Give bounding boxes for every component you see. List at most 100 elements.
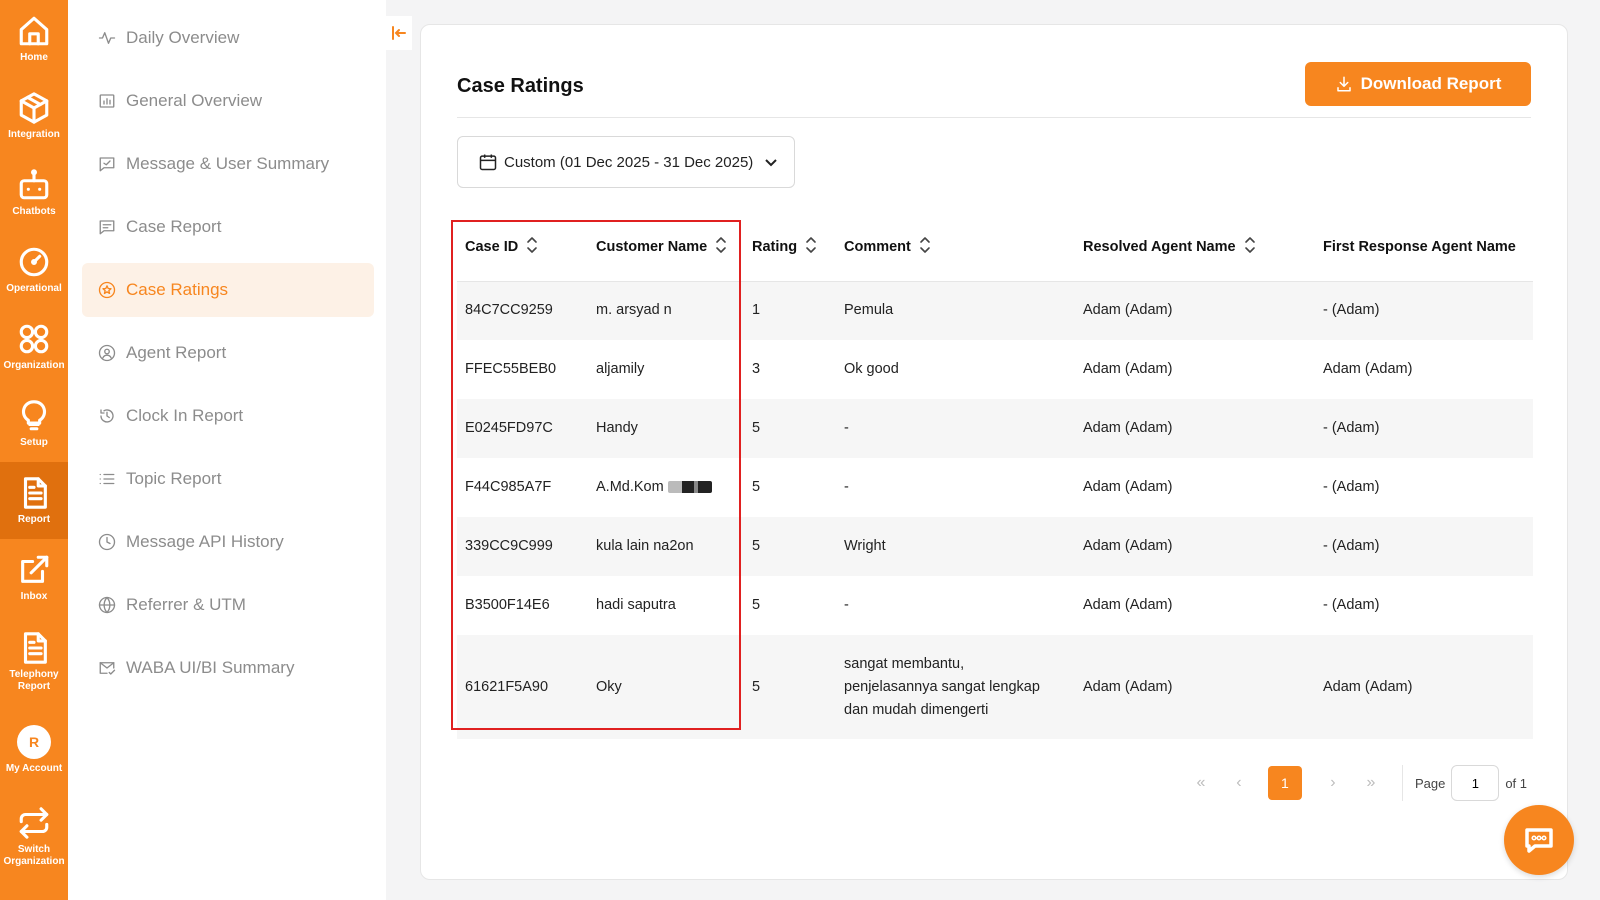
rail-item-label: Organization (3, 359, 65, 371)
cell-rating: 5 (752, 479, 761, 495)
column-header-rating[interactable]: Rating (744, 213, 836, 282)
external-link-icon (21, 555, 49, 583)
cell-resolved-agent: Adam (Adam) (1083, 361, 1173, 377)
subnav-item-daily-overview[interactable]: Daily Overview (82, 11, 374, 65)
message-check-icon (99, 157, 115, 172)
rail-item-label: Chatbots (12, 205, 56, 217)
header-label: Rating (752, 238, 798, 255)
date-range-dropdown[interactable]: Custom (01 Dec 2025 - 31 Dec 2025) (457, 136, 795, 188)
grid-circles-icon (19, 324, 49, 353)
subnav-item-clock-in-report[interactable]: Clock In Report (82, 389, 374, 443)
table-row: FFEC55BEB0 aljamily 3 Ok good Adam (Adam… (457, 340, 1533, 399)
rail-item-report[interactable]: Report (0, 462, 68, 539)
column-header-customer-name[interactable]: Customer Name (588, 213, 744, 282)
page-number-input[interactable] (1451, 765, 1500, 801)
subnav-item-topic-report[interactable]: Topic Report (82, 452, 374, 506)
pagination-divider (1401, 765, 1403, 801)
rail-item-telephony-report[interactable]: Telephony Report (0, 616, 68, 708)
rail-item-switch-organization[interactable]: Switch Organization (0, 792, 68, 882)
last-page-button[interactable]: » (1354, 766, 1388, 800)
download-report-label: Download Report (1360, 74, 1502, 93)
cell-comment: - (844, 479, 849, 495)
header-label: First Response Agent Name (1323, 238, 1516, 255)
rail-item-inbox[interactable]: Inbox (0, 539, 68, 616)
home-icon (19, 16, 49, 45)
cell-rating: 5 (752, 538, 761, 554)
rail-item-operational[interactable]: Operational (0, 231, 68, 308)
column-header-comment[interactable]: Comment (836, 213, 1075, 282)
rail-item-label: Report (17, 513, 51, 525)
rail-item-setup[interactable]: Setup (0, 385, 68, 462)
rail-item-label: Home (20, 51, 48, 63)
subnav-item-referrer-utm[interactable]: Referrer & UTM (82, 578, 374, 632)
subnav-item-agent-report[interactable]: Agent Report (82, 326, 374, 380)
table-row: 339CC9C999 kula lain na2on 5 Wright Adam… (457, 517, 1533, 576)
subnav-item-label: Case Report (126, 217, 222, 236)
chat-support-button[interactable] (1504, 805, 1574, 875)
cell-comment: Wright (844, 538, 886, 554)
rail-item-integration[interactable]: Integration (0, 77, 68, 154)
subnav-item-message-api-history[interactable]: Message API History (82, 515, 374, 569)
download-report-button[interactable]: Download Report (1305, 62, 1531, 106)
rail-item-label: Integration (8, 128, 60, 140)
cell-case-id: F44C985A7F (465, 479, 552, 495)
subnav-item-label: Clock In Report (126, 406, 244, 425)
rail-item-label: Inbox (20, 590, 48, 602)
header-label: Resolved Agent Name (1083, 238, 1236, 255)
switch-icon (19, 807, 49, 839)
report-subnav: Daily Overview General Overview Message … (68, 0, 386, 900)
cell-customer-name: m. arsyad n (596, 302, 672, 319)
rail-item-home[interactable]: Home (0, 0, 68, 77)
cube-icon (19, 91, 49, 124)
column-header-case-id[interactable]: Case ID (457, 213, 588, 282)
subnav-item-waba-summary[interactable]: WABA UI/BI Summary (82, 641, 374, 695)
emoji-glyph-icon (667, 481, 712, 494)
chevron-down-icon (765, 159, 778, 167)
subnav-item-label: Case Ratings (126, 280, 229, 299)
page-number-current[interactable]: 1 (1267, 766, 1302, 800)
cell-comment: - (844, 420, 849, 436)
cell-customer-name: kula lain na2on (596, 538, 694, 554)
document-icon (23, 632, 47, 664)
cell-customer-name: Oky (596, 678, 622, 695)
clock-in-icon (100, 409, 114, 423)
subnav-item-case-ratings[interactable]: Case Ratings (82, 263, 374, 317)
cell-comment: Ok good (844, 361, 899, 377)
subnav-item-label: Topic Report (126, 469, 222, 488)
rail-item-chatbots[interactable]: Chatbots (0, 154, 68, 231)
gauge-icon (19, 247, 49, 276)
rail-item-my-account[interactable]: R My Account (0, 708, 68, 792)
page-of-label: of 1 (1505, 775, 1527, 791)
subnav-item-general-overview[interactable]: General Overview (82, 74, 374, 128)
cell-resolved-agent: Adam (Adam) (1083, 302, 1173, 319)
column-header-resolved-agent[interactable]: Resolved Agent Name (1075, 213, 1315, 282)
table-row: B3500F14E6 hadi saputra 5 - Adam (Adam) … (457, 576, 1533, 635)
bar-chart-icon (99, 94, 115, 108)
next-page-button[interactable]: › (1316, 766, 1350, 800)
subnav-item-message-user-summary[interactable]: Message & User Summary (82, 137, 374, 191)
subnav-item-case-report[interactable]: Case Report (82, 200, 374, 254)
table-row: 84C7CC9259 m. arsyad n 1 Pemula Adam (Ad… (457, 281, 1533, 340)
collapse-sidebar-button[interactable] (386, 16, 412, 50)
user-circle-icon (98, 344, 116, 362)
rail-item-label: Operational (6, 282, 62, 294)
collapse-left-icon (392, 26, 406, 40)
rail-item-label: Setup (20, 436, 48, 448)
case-ratings-card: Case Ratings Download Report Custom (01 … (420, 24, 1568, 880)
table-row: E0245FD97C Handy 5 - Adam (Adam) - (Adam… (457, 399, 1533, 458)
cell-first-response-agent: - (Adam) (1323, 597, 1380, 613)
cell-resolved-agent: Adam (Adam) (1083, 538, 1173, 554)
cell-customer-name: Handy (596, 420, 638, 436)
page-title: Case Ratings (457, 75, 584, 97)
cell-resolved-agent: Adam (Adam) (1083, 420, 1173, 436)
rail-item-organization[interactable]: Organization (0, 308, 68, 385)
cell-resolved-agent: Adam (Adam) (1083, 479, 1173, 495)
first-page-button[interactable]: « (1184, 766, 1218, 800)
subnav-item-label: Referrer & UTM (126, 595, 246, 614)
cell-first-response-agent: - (Adam) (1323, 479, 1380, 495)
sort-icon (806, 236, 816, 253)
cell-rating: 3 (752, 361, 761, 377)
sort-icon (716, 236, 727, 253)
prev-page-button[interactable]: ‹ (1222, 766, 1256, 800)
cell-comment: Pemula (844, 302, 894, 319)
